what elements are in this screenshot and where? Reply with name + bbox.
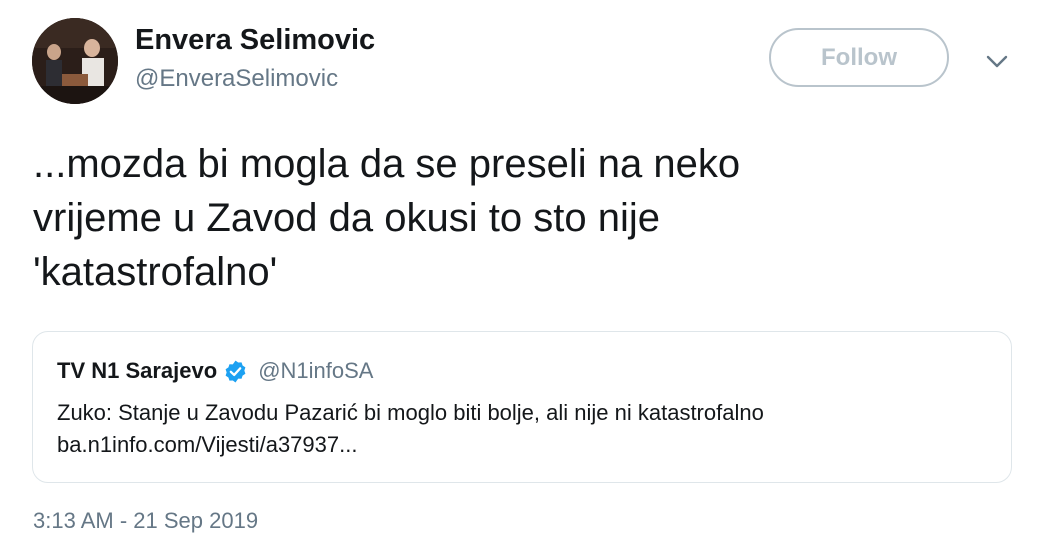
tweet-text: ...mozda bi mogla da se preseli na neko …: [33, 137, 993, 299]
avatar[interactable]: [32, 18, 118, 104]
tweet-line: vrijeme u Zavod da okusi to sto nije: [33, 196, 660, 240]
quoted-tweet-handle: @N1infoSA: [258, 358, 374, 383]
chevron-down-icon: [986, 55, 1008, 68]
quoted-tweet-link[interactable]: ba.n1info.com/Vijesti/a37937...: [57, 429, 357, 461]
follow-button[interactable]: Follow: [769, 28, 949, 87]
quoted-tweet-card[interactable]: TV N1 Sarajevo @N1infoSA Zuko: Stanje u …: [32, 331, 1012, 483]
verified-badge-icon: [223, 359, 248, 384]
quoted-tweet-text: Zuko: Stanje u Zavodu Pazarić bi moglo b…: [57, 400, 764, 425]
avatar-photo: [32, 18, 118, 104]
quoted-tweet-author-name: TV N1 Sarajevo: [57, 358, 218, 383]
more-options-button[interactable]: [984, 50, 1010, 72]
tweet-timestamp[interactable]: 3:13 AM - 21 Sep 2019: [33, 508, 258, 534]
tweet-line: 'katastrofalno': [33, 250, 278, 294]
author-handle[interactable]: @EnveraSelimovic: [135, 65, 338, 93]
author-name[interactable]: Envera Selimovic: [135, 24, 375, 57]
tweet-line: ...mozda bi mogla da se preseli na neko: [33, 142, 741, 186]
quoted-tweet-header: TV N1 Sarajevo @N1infoSA: [57, 358, 373, 384]
